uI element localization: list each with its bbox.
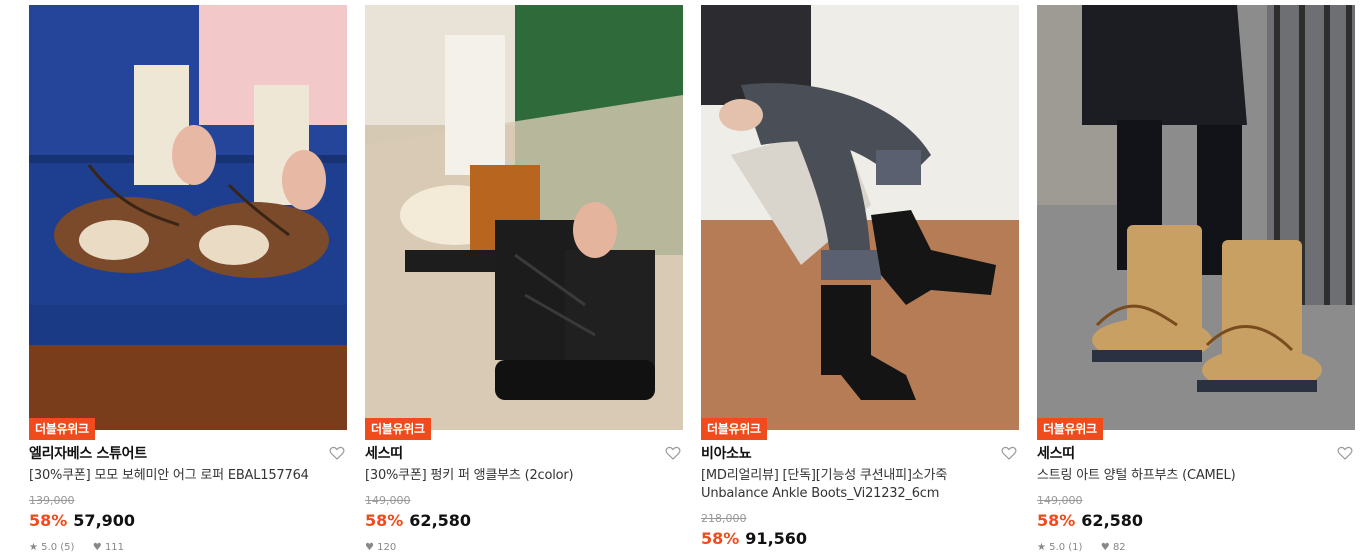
heart-filled-icon: ♥ <box>1100 542 1110 553</box>
product-name[interactable]: [MD리얼리뷰] [단독][기능성 쿠션내피]소가죽 Unbalance Ank… <box>701 467 1001 503</box>
rating-text: 5.0 (5) <box>41 542 75 553</box>
original-price: 139,000 <box>29 494 75 507</box>
likes-count: 82 <box>1112 542 1126 553</box>
discount-rate: 58% <box>701 529 740 548</box>
price-line: 58% 62,580 <box>1037 511 1143 531</box>
product-card[interactable]: 더블유위크 엘리자베스 스튜어트 [30%쿠폰] 모모 보헤미안 어그 로퍼 E… <box>29 0 347 554</box>
sale-price: 91,560 <box>745 529 808 548</box>
discount-rate: 58% <box>365 511 404 530</box>
sale-price: 57,900 <box>73 511 136 530</box>
product-name-line1: [30%쿠폰] 펑키 퍼 앵클부츠 (2color) <box>365 468 574 483</box>
product-name-line2: Unbalance Ankle Boots_Vi21232_6cm <box>701 486 940 501</box>
original-price: 218,000 <box>701 512 747 525</box>
discount-rate: 58% <box>1037 511 1076 530</box>
product-name-line1: 스트링 아트 양털 하프부츠 (CAMEL) <box>1037 468 1236 483</box>
product-name-line1: [30%쿠폰] 모모 보헤미안 어그 로퍼 EBAL157764 <box>29 468 309 483</box>
product-name[interactable]: 스트링 아트 양털 하프부츠 (CAMEL) <box>1037 467 1337 485</box>
likes-count: 120 <box>377 542 397 553</box>
heart-outline-icon[interactable] <box>665 445 681 461</box>
product-image[interactable] <box>29 5 347 430</box>
product-name-line1: [MD리얼리뷰] [단독][기능성 쿠션내피]소가죽 <box>701 468 948 483</box>
heart-outline-icon[interactable] <box>329 445 345 461</box>
promo-badge: 더블유위크 <box>29 418 95 440</box>
product-card[interactable]: 더블유위크 세스띠 [30%쿠폰] 펑키 퍼 앵클부츠 (2color) 149… <box>365 0 683 554</box>
product-card[interactable]: 더블유위크 세스띠 스트링 아트 양털 하프부츠 (CAMEL) 149,000… <box>1037 0 1355 554</box>
sale-price: 62,580 <box>409 511 472 530</box>
heart-outline-icon[interactable] <box>1001 445 1017 461</box>
product-photo-loafers <box>29 5 347 430</box>
review-meta: ★ 5.0 (1) ♥ 82 <box>1037 542 1126 554</box>
likes-count: 111 <box>104 542 125 553</box>
product-card[interactable]: 더블유위크 비아소뇨 [MD리얼리뷰] [단독][기능성 쿠션내피]소가죽 Un… <box>701 0 1019 552</box>
brand-name[interactable]: 비아소뇨 <box>701 444 752 464</box>
star-icon: ★ <box>29 542 38 553</box>
rating-text: 5.0 (1) <box>1049 542 1083 553</box>
brand-name[interactable]: 세스띠 <box>365 444 403 464</box>
product-photo-half-boots <box>1037 5 1355 430</box>
product-photo-ankle-boots <box>365 5 683 430</box>
product-name[interactable]: [30%쿠폰] 펑키 퍼 앵클부츠 (2color) <box>365 467 665 485</box>
price-line: 58% 62,580 <box>365 511 471 531</box>
promo-badge: 더블유위크 <box>365 418 431 440</box>
promo-badge: 더블유위크 <box>1037 418 1103 440</box>
original-price: 149,000 <box>1037 494 1083 507</box>
brand-name[interactable]: 엘리자베스 스튜어트 <box>29 444 147 464</box>
heart-filled-icon: ♥ <box>92 542 102 553</box>
heart-outline-icon[interactable] <box>1337 445 1353 461</box>
original-price: 149,000 <box>365 494 411 507</box>
sale-price: 62,580 <box>1081 511 1144 530</box>
review-meta: ★ 5.0 (5) ♥ 111 <box>29 542 124 554</box>
brand-name[interactable]: 세스띠 <box>1037 444 1075 464</box>
product-image[interactable] <box>365 5 683 430</box>
product-image[interactable] <box>701 5 1019 430</box>
price-line: 58% 91,560 <box>701 529 807 549</box>
product-name[interactable]: [30%쿠폰] 모모 보헤미안 어그 로퍼 EBAL157764 <box>29 467 329 485</box>
product-image[interactable] <box>1037 5 1355 430</box>
heart-filled-icon: ♥ <box>365 542 374 553</box>
discount-rate: 58% <box>29 511 68 530</box>
review-meta: ♥ 120 <box>365 542 396 554</box>
star-icon: ★ <box>1037 542 1046 553</box>
price-line: 58% 57,900 <box>29 511 135 531</box>
promo-badge: 더블유위크 <box>701 418 767 440</box>
product-photo-heeled-boots <box>701 5 1019 430</box>
